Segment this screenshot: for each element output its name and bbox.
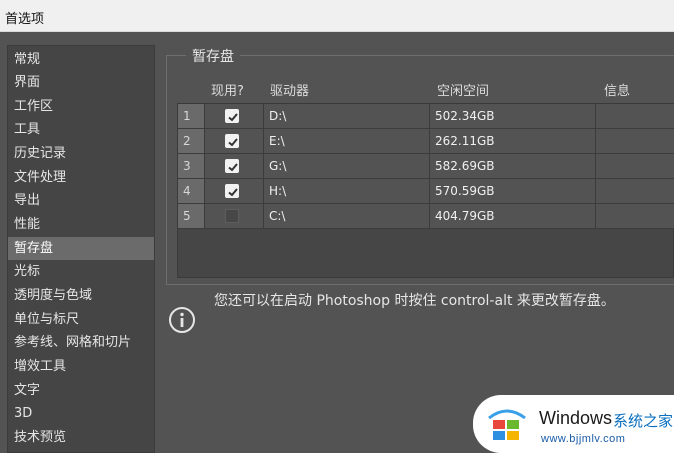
sidebar-item-cursors[interactable]: 光标 [8, 260, 154, 283]
drive-cell: C:\ [264, 204, 430, 228]
table-row[interactable]: 3 G:\ 582.69GB [178, 154, 674, 179]
sidebar-item-transparency-gamut[interactable]: 透明度与色域 [8, 284, 154, 307]
active-checkbox[interactable] [225, 134, 239, 148]
table-row[interactable]: 1 D:\ 502.34GB [178, 104, 674, 129]
col-header-active: 现用? [211, 84, 244, 99]
sidebar-item-scratch-disks[interactable]: 暂存盘 [8, 237, 154, 260]
table-row[interactable]: 4 H:\ 570.59GB [178, 179, 674, 204]
row-number: 2 [178, 129, 205, 153]
sidebar-item-history[interactable]: 历史记录 [8, 142, 154, 165]
row-number: 4 [178, 179, 205, 203]
free-space-cell: 502.34GB [430, 104, 596, 128]
active-cell [205, 104, 264, 128]
preferences-sidebar: 常规 界面 工作区 工具 历史记录 文件处理 导出 性能 暂存盘 光标 透明度与… [7, 45, 155, 453]
info-icon [169, 307, 195, 333]
check-icon [228, 138, 238, 147]
col-header-info: 信息 [604, 84, 631, 99]
sidebar-item-workspace[interactable]: 工作区 [8, 95, 154, 118]
window-title: 首选项 [5, 12, 45, 27]
windows-logo-icon [488, 409, 526, 440]
scratch-hint-text: 您还可以在启动 Photoshop 时按住 control-alt 来更改暂存盘… [214, 293, 615, 309]
drive-cell: H:\ [264, 179, 430, 203]
drive-cell: E:\ [264, 129, 430, 153]
active-checkbox[interactable] [225, 159, 239, 173]
sidebar-item-plugins[interactable]: 增效工具 [8, 355, 154, 378]
col-header-drive: 驱动器 [270, 84, 310, 99]
info-cell [596, 104, 674, 128]
sidebar-item-3d[interactable]: 3D [8, 402, 154, 425]
free-space-cell: 262.11GB [430, 129, 596, 153]
sidebar-item-file-handling[interactable]: 文件处理 [8, 166, 154, 189]
free-space-cell: 582.69GB [430, 154, 596, 178]
sidebar-item-general[interactable]: 常规 [8, 48, 154, 71]
table-row[interactable]: 2 E:\ 262.11GB [178, 129, 674, 154]
row-number: 3 [178, 154, 205, 178]
sidebar-item-type[interactable]: 文字 [8, 379, 154, 402]
sidebar-item-interface[interactable]: 界面 [8, 71, 154, 94]
active-cell [205, 179, 264, 203]
check-icon [228, 163, 238, 172]
active-checkbox[interactable] [225, 184, 239, 198]
active-cell [205, 154, 264, 178]
sidebar-item-tools[interactable]: 工具 [8, 118, 154, 141]
free-space-cell: 404.79GB [430, 204, 596, 228]
info-cell [596, 154, 674, 178]
sidebar-item-guides-grid-slices[interactable]: 参考线、网格和切片 [8, 331, 154, 354]
drive-cell: G:\ [264, 154, 430, 178]
sidebar-item-technology-previews[interactable]: 技术预览 [8, 426, 154, 449]
sidebar-item-export[interactable]: 导出 [8, 189, 154, 212]
sidebar-item-units-rulers[interactable]: 单位与标尺 [8, 308, 154, 331]
active-cell [205, 204, 264, 228]
title-bar: 首选项 [0, 0, 674, 32]
watermark-brand-cn: 系统之家 [613, 412, 674, 430]
col-header-free-space: 空闲空间 [437, 84, 490, 99]
active-checkbox[interactable] [225, 209, 239, 223]
table-row[interactable]: 5 C:\ 404.79GB [178, 204, 674, 229]
free-space-cell: 570.59GB [430, 179, 596, 203]
row-number: 1 [178, 104, 205, 128]
check-icon [228, 113, 238, 122]
info-cell [596, 129, 674, 153]
watermark-url: www.bjjmlv.com [541, 433, 626, 445]
sidebar-item-performance[interactable]: 性能 [8, 213, 154, 236]
group-title: 暂存盘 [186, 46, 240, 66]
info-cell [596, 204, 674, 228]
info-cell [596, 179, 674, 203]
active-checkbox[interactable] [225, 109, 239, 123]
watermark-badge: Windows 系统之家 www.bjjmlv.com [473, 395, 674, 453]
watermark-brand: Windows [539, 408, 613, 428]
active-cell [205, 129, 264, 153]
check-icon [228, 188, 238, 197]
drive-cell: D:\ [264, 104, 430, 128]
row-number: 5 [178, 204, 205, 228]
scratch-disk-table: 1 D:\ 502.34GB 2 E:\ 262.11GB 3 G:\ 582.… [177, 103, 674, 278]
